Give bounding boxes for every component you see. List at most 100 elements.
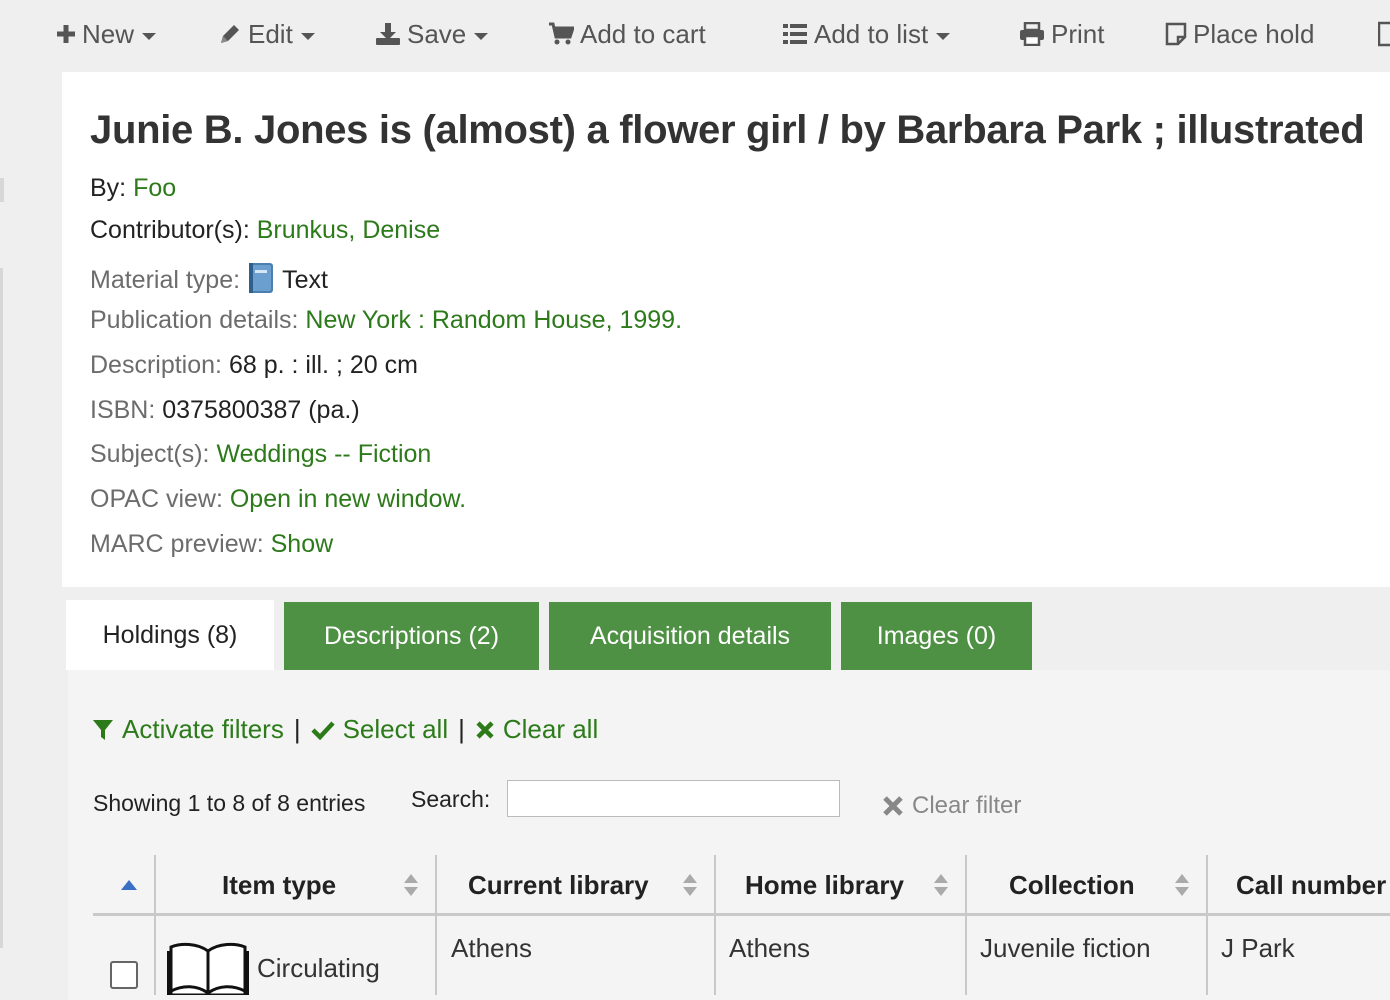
print-button[interactable]: Print [1019, 14, 1104, 54]
sort-ascending-icon [121, 880, 137, 890]
add-to-cart-label: Add to cart [580, 18, 706, 49]
clear-all-label: Clear all [502, 714, 599, 744]
caret-down-icon [142, 32, 157, 40]
sort-icon [1175, 874, 1189, 896]
sort-icon [404, 874, 418, 896]
new-button[interactable]: New [56, 14, 157, 54]
select-all-label: Select all [342, 714, 449, 744]
place-hold-button[interactable]: Place hold [1165, 14, 1314, 54]
column-divider [714, 855, 716, 995]
separator: | [293, 714, 301, 744]
place-hold-label: Place hold [1193, 18, 1315, 49]
add-to-list-label: Add to list [814, 18, 929, 49]
column-header-home-library[interactable]: Home library [745, 855, 904, 915]
download-icon [375, 22, 401, 46]
subjects-row: Subject(s): Weddings -- Fiction [90, 440, 431, 469]
column-divider [154, 855, 156, 995]
row-checkbox[interactable] [110, 961, 138, 989]
isbn-label: ISBN: [90, 396, 156, 424]
caret-down-icon [936, 32, 951, 40]
more-button[interactable] [1378, 14, 1390, 54]
sidebar-edge [0, 178, 4, 202]
separator: | [458, 714, 465, 744]
new-label: New [82, 18, 135, 49]
publication-label: Publication details: [90, 306, 299, 334]
publication-row: Publication details: New York : Random H… [90, 306, 682, 335]
column-header-current-library[interactable]: Current library [468, 855, 649, 915]
tab-acquisition-details[interactable]: Acquisition details [549, 602, 831, 670]
clear-all-link[interactable]: Clear all [475, 714, 598, 745]
cell-current-library: Athens [451, 933, 532, 963]
contributors-row: Contributor(s): Brunkus, Denise [90, 216, 440, 245]
tab-holdings[interactable]: Holdings (8) [66, 600, 274, 670]
sort-icon [683, 874, 697, 896]
marc-preview-row: MARC preview: Show [90, 530, 333, 559]
material-type-row: Material type: Text [90, 256, 328, 295]
add-to-list-button[interactable]: Add to list [782, 14, 951, 54]
list-icon [782, 23, 808, 45]
document-icon [1378, 21, 1390, 47]
header-divider [93, 913, 1390, 916]
column-header-collection[interactable]: Collection [1009, 855, 1135, 915]
activate-filters-label: Activate filters [122, 714, 284, 744]
caret-down-icon [474, 32, 489, 40]
author-link[interactable]: Foo [133, 174, 176, 203]
printer-icon [1019, 22, 1045, 46]
cell-item-type: Circulating [257, 953, 380, 983]
cell-collection: Juvenile fiction [980, 933, 1151, 963]
holdings-table: Item type Current library Home library C… [93, 855, 1390, 995]
isbn-row: ISBN: 0375800387 (pa.) [90, 396, 360, 425]
column-divider [1206, 855, 1208, 995]
marc-preview-label: MARC preview: [90, 530, 264, 558]
cell-call-number: J Park [1221, 933, 1295, 963]
column-divider [965, 855, 967, 995]
search-label: Search: [411, 786, 491, 812]
publication-link[interactable]: New York : Random House, 1999. [305, 306, 682, 335]
by-label: By: [90, 174, 127, 202]
filter-actions: Activate filters | Select all | Clear al… [92, 714, 598, 745]
select-all-link[interactable]: Select all [311, 714, 449, 745]
sticky-note-icon [1165, 22, 1187, 46]
record-panel: Junie B. Jones is (almost) a flower girl… [62, 72, 1390, 587]
opac-label: OPAC view: [90, 485, 223, 513]
tab-descriptions[interactable]: Descriptions (2) [284, 602, 539, 670]
caret-down-icon [300, 32, 315, 40]
select-column-header[interactable] [121, 855, 141, 915]
material-type-value: Text [282, 266, 328, 294]
column-header-item-type[interactable]: Item type [222, 855, 336, 915]
column-divider [435, 855, 437, 995]
close-icon [883, 796, 903, 816]
tab-images[interactable]: Images (0) [841, 602, 1032, 670]
plus-icon [56, 24, 76, 44]
filter-icon [93, 719, 113, 740]
cart-icon [548, 22, 574, 46]
isbn-value: 0375800387 (pa.) [162, 396, 360, 424]
close-icon [476, 720, 494, 739]
subject-link[interactable]: Weddings -- Fiction [216, 440, 431, 469]
edit-button[interactable]: Edit [218, 14, 315, 54]
description-label: Description: [90, 351, 222, 379]
clear-filter-button[interactable]: Clear filter [882, 792, 1021, 820]
sort-icon [934, 874, 948, 896]
subjects-label: Subject(s): [90, 440, 210, 468]
open-book-icon [167, 942, 249, 995]
entries-info: Showing 1 to 8 of 8 entries [93, 790, 366, 816]
author-row: By: Foo [90, 174, 176, 203]
description-row: Description: 68 p. : ill. ; 20 cm [90, 351, 418, 380]
activate-filters-link[interactable]: Activate filters [92, 714, 284, 745]
opac-link[interactable]: Open in new window. [230, 485, 466, 514]
add-to-cart-button[interactable]: Add to cart [548, 14, 706, 54]
save-button[interactable]: Save [375, 14, 489, 54]
contributor-link[interactable]: Brunkus, Denise [257, 216, 440, 245]
edit-label: Edit [248, 18, 293, 49]
book-icon [248, 262, 274, 294]
print-label: Print [1051, 18, 1105, 49]
opac-row: OPAC view: Open in new window. [90, 485, 466, 514]
column-header-call-number[interactable]: Call number [1236, 855, 1386, 915]
marc-preview-link[interactable]: Show [271, 530, 334, 559]
save-label: Save [407, 18, 467, 49]
cell-home-library: Athens [729, 933, 810, 963]
record-title: Junie B. Jones is (almost) a flower girl… [90, 108, 1365, 152]
description-value: 68 p. : ill. ; 20 cm [228, 351, 418, 379]
search-input[interactable] [507, 780, 840, 817]
